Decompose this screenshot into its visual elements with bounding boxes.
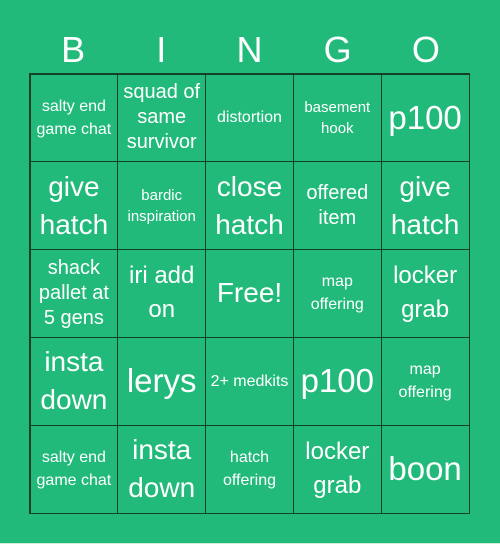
bingo-cell[interactable]: distortion (205, 73, 294, 163)
bingo-cell[interactable]: close hatch (205, 161, 294, 251)
bingo-cell[interactable]: map offering (292, 249, 382, 338)
cell-text: squad of same survivor (123, 81, 201, 154)
bingo-grid: salty end game chat squad of same surviv… (29, 73, 470, 514)
bingo-cell[interactable]: map offering (380, 336, 470, 426)
cell-text: boon (388, 450, 462, 488)
cell-text: salty end game chat (36, 97, 112, 138)
bingo-header: B I N G O (29, 30, 470, 70)
bingo-cell[interactable]: insta down (29, 336, 119, 426)
cell-text: close hatch (215, 170, 284, 240)
bingo-cell[interactable]: give hatch (380, 161, 470, 251)
bingo-cell[interactable]: locker grab (380, 249, 470, 338)
cell-text: hatch offering (222, 449, 277, 490)
bingo-cell[interactable]: offered item (292, 161, 382, 251)
cell-text: bardic inspiration (127, 186, 196, 225)
cell-text: p100 (388, 98, 462, 136)
cell-text: shack pallet at 5 gens (38, 256, 109, 329)
bingo-cell[interactable]: hatch offering (205, 424, 294, 514)
cell-text: p100 (300, 362, 374, 400)
bingo-cell[interactable]: locker grab (292, 424, 382, 514)
bingo-cell[interactable]: squad of same survivor (117, 73, 207, 163)
bingo-cell[interactable]: basement hook (292, 73, 382, 163)
bingo-cell[interactable]: lerys (117, 336, 207, 426)
free-space-cell[interactable]: Free! (205, 249, 294, 338)
cell-text: iri add on (129, 262, 195, 324)
header-letter-b: B (61, 29, 86, 70)
cell-text: salty end game chat (36, 449, 112, 490)
header-letter-g: G (323, 29, 352, 70)
bingo-cell[interactable]: give hatch (29, 161, 119, 251)
bingo-cell[interactable]: iri add on (117, 249, 207, 338)
cell-text: Free! (216, 277, 283, 309)
bingo-cell[interactable]: bardic inspiration (117, 161, 207, 251)
cell-text: insta down (128, 434, 196, 504)
bingo-cell[interactable]: p100 (292, 336, 382, 426)
cell-text: distortion (217, 109, 282, 127)
cell-text: map offering (398, 361, 452, 402)
bingo-cell[interactable]: 2+ medkits (205, 336, 294, 426)
cell-text: locker grab (393, 262, 458, 324)
header-letter-i: I (156, 29, 167, 70)
cell-text: insta down (40, 346, 108, 416)
cell-text: map offering (310, 273, 364, 314)
bingo-cell[interactable]: boon (380, 424, 470, 514)
cell-text: offered item (306, 181, 369, 229)
header-letter-o: O (411, 29, 440, 70)
bingo-card: B I N G O salty end game chat squad of s… (0, 0, 500, 544)
bingo-cell[interactable]: p100 (380, 73, 470, 163)
cell-text: give hatch (39, 170, 109, 240)
cell-text: 2+ medkits (210, 372, 289, 390)
bingo-cell[interactable]: insta down (117, 424, 207, 514)
header-letter-n: N (236, 29, 263, 70)
bingo-cell[interactable]: salty end game chat (29, 424, 119, 514)
bingo-cell[interactable]: shack pallet at 5 gens (29, 249, 119, 338)
bingo-cell[interactable]: salty end game chat (29, 73, 119, 163)
cell-text: basement hook (304, 98, 371, 137)
cell-text: give hatch (390, 170, 460, 240)
cell-text: lerys (126, 362, 197, 400)
cell-text: locker grab (305, 438, 370, 500)
